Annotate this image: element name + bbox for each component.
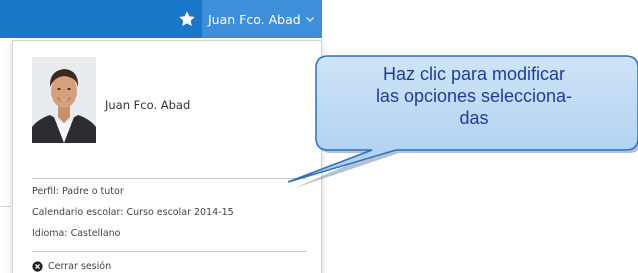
logout-divider [32, 251, 306, 252]
close-circle-icon [32, 261, 43, 272]
logout-label: Cerrar sesión [48, 261, 112, 272]
profile-name: Juan Fco. Abad [105, 98, 191, 112]
profile-divider [32, 178, 306, 179]
user-dropdown-panel: Juan Fco. Abad Perfil: Padre o tutor Cal… [12, 40, 322, 273]
page-divider [0, 206, 10, 207]
school-calendar[interactable]: Calendario escolar: Curso escolar 2014-1… [32, 207, 234, 218]
top-navigation-bar: Juan Fco. Abad [0, 0, 322, 38]
callout-line-3: das [459, 108, 489, 128]
user-avatar [32, 57, 96, 143]
star-icon[interactable] [178, 10, 196, 28]
callout-line-1: Haz clic para modificar [382, 64, 566, 84]
user-menu-name: Juan Fco. Abad [208, 11, 301, 27]
logout-button[interactable]: Cerrar sesión [32, 261, 111, 272]
language-setting[interactable]: Idioma: Castellano [32, 228, 121, 239]
profile-role[interactable]: Perfil: Padre o tutor [32, 186, 124, 197]
callout-line-2: las opciones selecciona- [375, 86, 573, 106]
callout-text: Haz clic para modificar las opciones sel… [316, 63, 632, 149]
chevron-down-icon[interactable] [304, 12, 316, 24]
user-menu-toggle[interactable]: Juan Fco. Abad [202, 0, 322, 38]
